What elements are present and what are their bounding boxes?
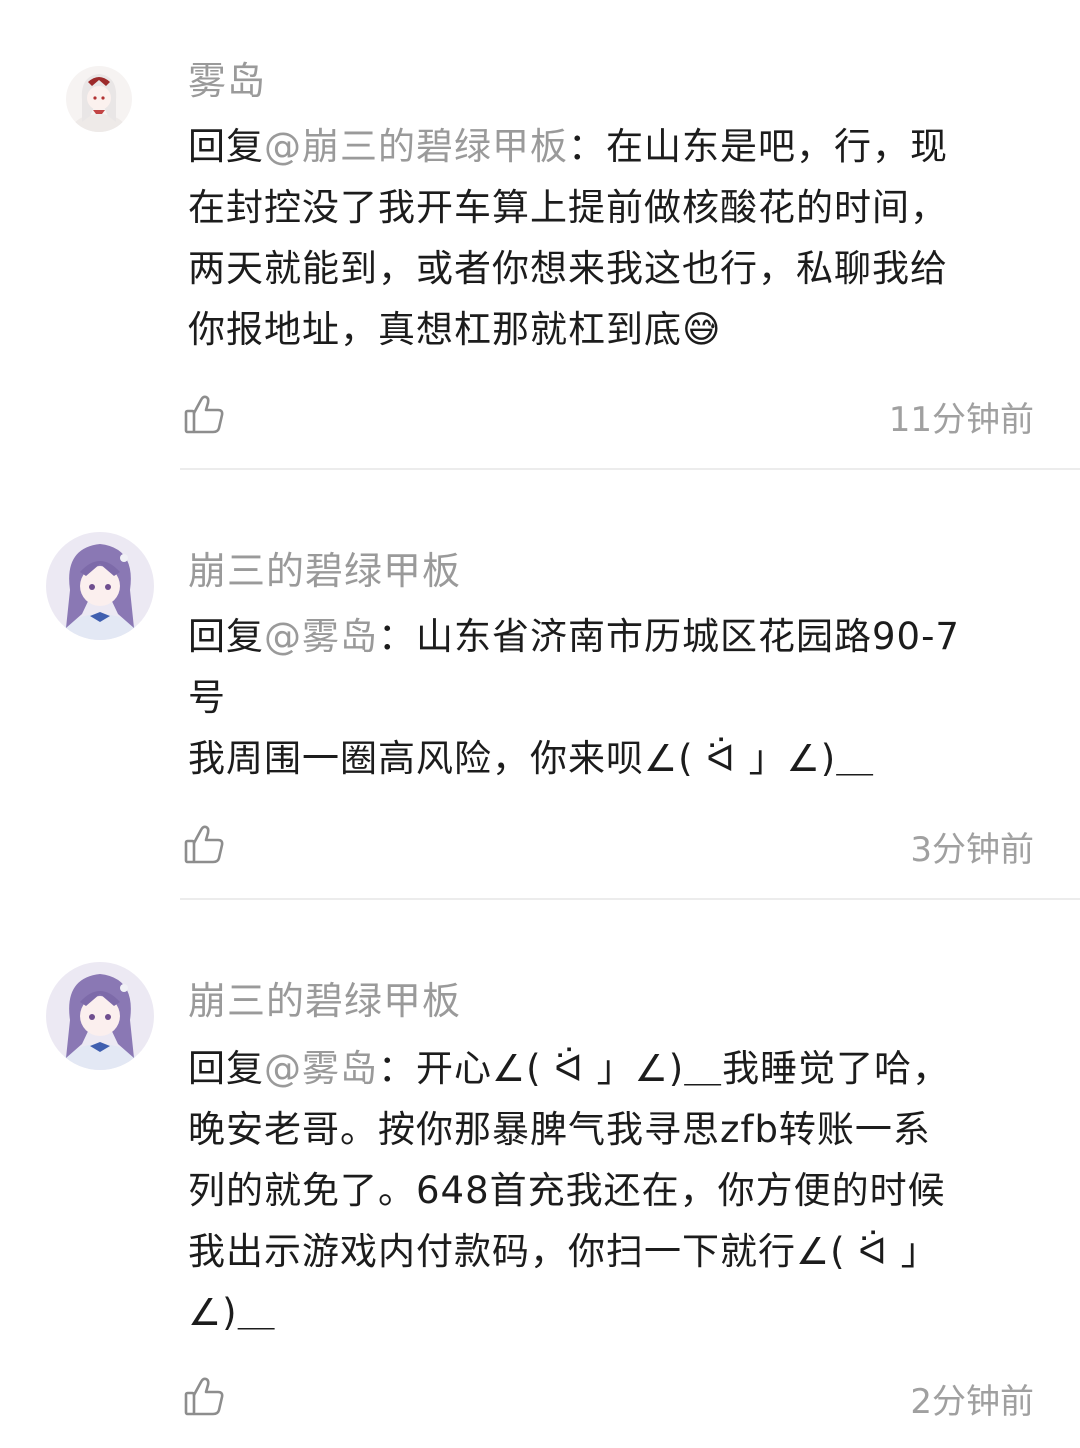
mention-link[interactable]: @雾岛 xyxy=(264,1047,378,1090)
divider xyxy=(180,468,1080,470)
timestamp: 11分钟前 xyxy=(888,400,1034,440)
timestamp: 2分钟前 xyxy=(910,1382,1034,1422)
avatar-purple-hair-girl-icon xyxy=(46,532,154,640)
username[interactable]: 崩三的碧绿甲板 xyxy=(188,540,461,595)
comment-line: 回复@雾岛：山东省济南市历城区花园路90-7 xyxy=(188,606,1048,667)
reply-prefix: 回复 xyxy=(188,615,264,658)
mention-link[interactable]: @崩三的碧绿甲板 xyxy=(264,125,568,168)
like-button[interactable] xyxy=(182,822,226,866)
comment-line: 列的就免了。648首充我还在，你方便的时候 xyxy=(188,1169,946,1212)
avatar[interactable] xyxy=(46,532,154,640)
comment-line: ∠)＿ xyxy=(188,1291,276,1334)
thumbs-up-icon xyxy=(184,825,224,864)
comment-line: 两天就能到，或者你想来我这也行，私聊我给 xyxy=(188,247,948,290)
avatar[interactable] xyxy=(46,962,154,1070)
comment-line: 我周围一圈高风险，你来呗∠( ᐛ 」∠)＿ xyxy=(188,737,875,780)
comment-line-text: ：在山东是吧，行，现 xyxy=(568,125,948,168)
comment-line-text: ：开心∠( ᐛ 」∠)＿我睡觉了哈， xyxy=(378,1047,951,1090)
divider xyxy=(180,898,1080,900)
timestamp: 3分钟前 xyxy=(910,830,1034,870)
comment-text: 回复@雾岛：开心∠( ᐛ 」∠)＿我睡觉了哈， 晚安老哥。按你那暴脾气我寻思zf… xyxy=(188,1038,1048,1343)
comment-text: 回复@雾岛：山东省济南市历城区花园路90-7 号 我周围一圈高风险，你来呗∠( … xyxy=(188,606,1048,789)
comment-line: 在封控没了我开车算上提前做核酸花的时间， xyxy=(188,186,948,229)
avatar-purple-hair-girl-icon xyxy=(46,962,154,1070)
comment-line: 你报地址，真想杠那就杠到底😅 xyxy=(188,308,722,351)
like-button[interactable] xyxy=(182,1374,226,1418)
username[interactable]: 崩三的碧绿甲板 xyxy=(188,970,461,1025)
mention-link[interactable]: @雾岛 xyxy=(264,615,378,658)
comment-line: 回复@雾岛：开心∠( ᐛ 」∠)＿我睡觉了哈， xyxy=(188,1038,1048,1099)
comment-line: 我出示游戏内付款码，你扫一下就行∠( ᐛ 」 xyxy=(188,1230,939,1273)
comment-line: 回复@崩三的碧绿甲板：在山东是吧，行，现 xyxy=(188,116,1048,177)
thumbs-up-icon xyxy=(184,1377,224,1416)
reply-prefix: 回复 xyxy=(188,125,264,168)
username[interactable]: 雾岛 xyxy=(188,50,266,105)
reply-prefix: 回复 xyxy=(188,1047,264,1090)
avatar-maid-girl-icon xyxy=(66,66,132,132)
comment-line: 晚安老哥。按你那暴脾气我寻思zfb转账一系 xyxy=(188,1108,931,1151)
comment-line-text: ：山东省济南市历城区花园路90-7 xyxy=(378,615,960,658)
comment-line: 号 xyxy=(188,676,226,719)
thumbs-up-icon xyxy=(184,395,224,434)
comment-text: 回复@崩三的碧绿甲板：在山东是吧，行，现 在封控没了我开车算上提前做核酸花的时间… xyxy=(188,116,1048,360)
like-button[interactable] xyxy=(182,392,226,436)
avatar[interactable] xyxy=(66,66,132,132)
